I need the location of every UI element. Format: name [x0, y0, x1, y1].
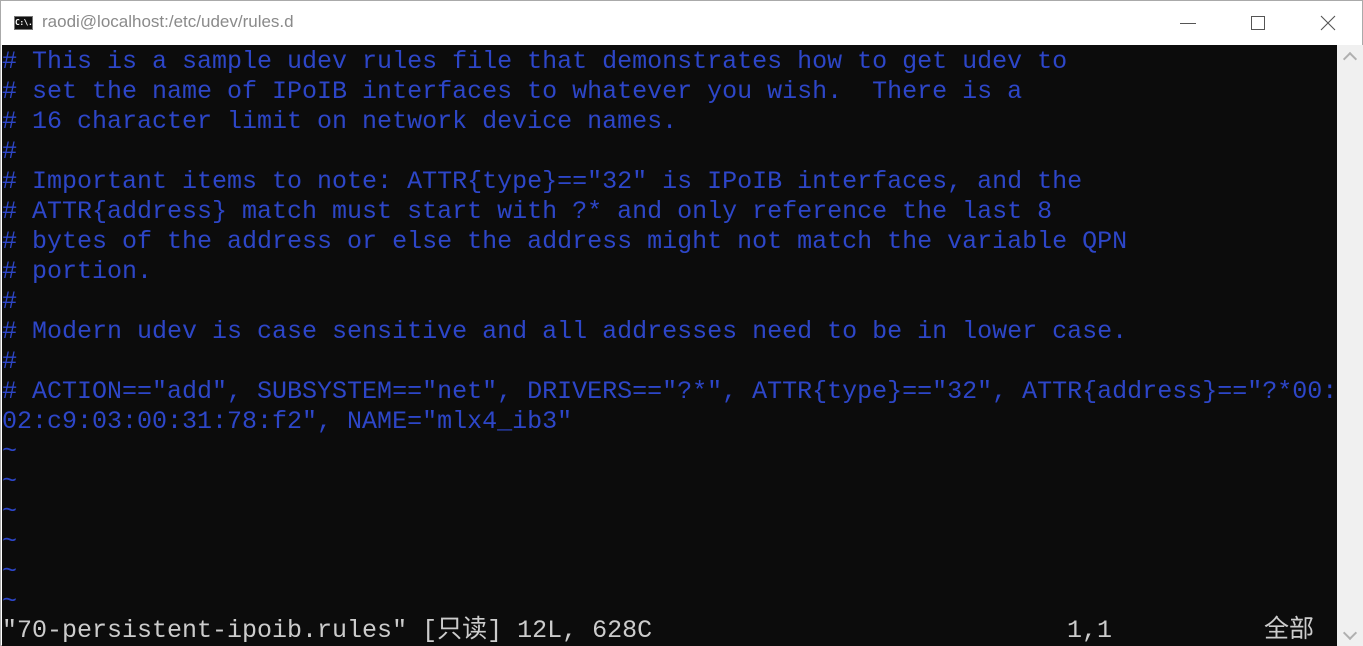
console-app-icon: C:\.: [14, 16, 33, 30]
vertical-scrollbar[interactable]: [1337, 45, 1363, 646]
close-icon: [1320, 15, 1336, 31]
editor-line: # ATTR{address} match must start with ?*…: [2, 197, 1053, 226]
editor-line: # ACTION=="add", SUBSYSTEM=="net", DRIVE…: [2, 377, 1337, 406]
editor-line: 02:c9:03:00:31:78:f2", NAME="mlx4_ib3": [2, 407, 573, 436]
terminal-window: C:\. raodi@localhost:/etc/udev/rules.d #…: [0, 0, 1363, 646]
scroll-down-button[interactable]: [1337, 624, 1363, 646]
editor-line: #: [2, 287, 18, 316]
empty-line-marker: ~: [2, 587, 18, 616]
editor-line: # This is a sample udev rules file that …: [2, 47, 1068, 76]
scroll-up-button[interactable]: [1337, 45, 1363, 67]
editor-line: # Modern udev is case sensitive and all …: [2, 317, 1128, 346]
empty-line-marker: ~: [2, 527, 18, 556]
empty-line-marker: ~: [2, 437, 18, 466]
close-button[interactable]: [1293, 1, 1363, 45]
editor-line: # bytes of the address or else the addre…: [2, 227, 1128, 256]
editor-line: #: [2, 137, 18, 166]
chevron-down-icon: [1342, 625, 1358, 640]
title-bar[interactable]: C:\. raodi@localhost:/etc/udev/rules.d: [1, 1, 1362, 45]
empty-line-marker: ~: [2, 497, 18, 526]
empty-line-marker: ~: [2, 557, 18, 586]
editor-line: # 16 character limit on network device n…: [2, 107, 678, 136]
empty-line-marker: ~: [2, 467, 18, 496]
window-title: raodi@localhost:/etc/udev/rules.d: [42, 12, 294, 31]
minimize-icon: [1180, 22, 1196, 24]
status-scroll-position: 全部: [1264, 616, 1315, 645]
editor-line: # Important items to note: ATTR{type}=="…: [2, 167, 1083, 196]
editor-line: #: [2, 347, 18, 376]
maximize-icon: [1251, 16, 1265, 30]
editor-line: # portion.: [2, 257, 153, 286]
status-file-info: "70-persistent-ipoib.rules" [只读] 12L, 62…: [2, 616, 653, 645]
status-cursor-position: 1,1: [1067, 616, 1113, 645]
maximize-button[interactable]: [1223, 1, 1293, 45]
minimize-button[interactable]: [1153, 1, 1223, 45]
chevron-up-icon: [1342, 51, 1358, 66]
editor-line: # set the name of IPoIB interfaces to wh…: [2, 77, 1023, 106]
terminal-content[interactable]: # This is a sample udev rules file that …: [2, 45, 1337, 646]
